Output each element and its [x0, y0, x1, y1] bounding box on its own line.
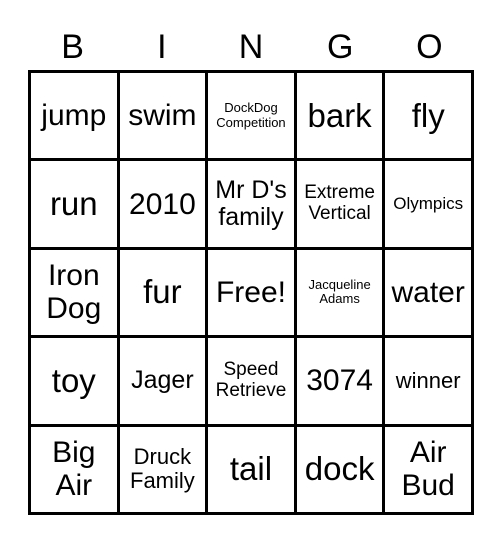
bingo-cell[interactable]: fur: [119, 249, 206, 336]
bingo-cell-label: Druck Family: [130, 444, 195, 494]
bingo-cell[interactable]: tail: [208, 426, 294, 512]
bingo-cell[interactable]: Jager: [119, 338, 206, 424]
bingo-cell-label: dock: [304, 450, 375, 488]
bingo-cell[interactable]: Extreme Vertical: [296, 161, 383, 247]
bingo-cell[interactable]: Olympics: [385, 161, 471, 247]
bingo-cell[interactable]: 2010: [119, 161, 206, 247]
bingo-cell-label: water: [391, 275, 465, 309]
bingo-cell[interactable]: Speed Retrieve: [208, 338, 294, 424]
bingo-cell-label: Olympics: [393, 193, 464, 213]
bingo-cell[interactable]: swim: [119, 73, 206, 159]
bingo-cell[interactable]: Druck Family: [119, 426, 206, 512]
bingo-cell[interactable]: winner: [385, 338, 471, 424]
header-letter-i: I: [157, 28, 167, 66]
bingo-cell-label: fur: [143, 273, 182, 311]
bingo-cell-label: Extreme Vertical: [304, 182, 375, 225]
bingo-cell-label: Mr D's family: [215, 175, 287, 232]
bingo-cell-label: Air Bud: [401, 436, 455, 503]
bingo-cell[interactable]: toy: [31, 338, 117, 424]
bingo-cell[interactable]: Jacqueline Adams: [296, 249, 383, 336]
bingo-cell-label: jump: [41, 99, 107, 133]
bingo-cell-label: DockDog Competition: [216, 100, 286, 130]
bingo-cell-label: tail: [229, 450, 273, 488]
bingo-cell[interactable]: jump: [31, 73, 117, 159]
bingo-card-grid: jump swim DockDog Competition bark fly run 201…: [28, 70, 474, 515]
bingo-cell[interactable]: 3074: [296, 338, 383, 424]
header-letter-o: O: [416, 28, 443, 66]
bingo-cell[interactable]: Air Bud: [385, 426, 471, 512]
bingo-cell-label: Iron Dog: [46, 259, 102, 326]
header-letter-g: G: [326, 28, 354, 66]
bingo-cell-label: winner: [395, 367, 461, 393]
bingo-cell-label: run: [49, 184, 98, 222]
bingo-cell-label: 2010: [129, 187, 196, 221]
bingo-header: B I N G O: [28, 24, 474, 70]
bingo-cell-label: Free!: [215, 275, 286, 309]
bingo-cell[interactable]: Iron Dog: [31, 249, 117, 336]
bingo-cell[interactable]: Mr D's family: [208, 161, 294, 247]
bingo-cell[interactable]: dock: [296, 426, 383, 512]
bingo-cell-label: Jacqueline Adams: [308, 277, 371, 307]
bingo-cell[interactable]: Big Air: [31, 426, 117, 512]
bingo-cell[interactable]: bark: [296, 73, 383, 159]
bingo-cell-label: 3074: [306, 364, 373, 398]
bingo-cell[interactable]: run: [31, 161, 117, 247]
bingo-cell-label: Jager: [131, 366, 194, 395]
bingo-cell-label: toy: [51, 361, 96, 399]
bingo-cell-label: Speed Retrieve: [215, 359, 287, 401]
header-letter-n: N: [238, 28, 264, 66]
bingo-cell[interactable]: Free!: [208, 249, 294, 336]
bingo-cell[interactable]: water: [385, 249, 471, 336]
bingo-cell-label: Big Air: [52, 436, 96, 503]
bingo-cell-label: swim: [128, 99, 197, 133]
bingo-cell-label: bark: [307, 96, 372, 134]
bingo-cell[interactable]: fly: [385, 73, 471, 159]
bingo-cell[interactable]: DockDog Competition: [208, 73, 294, 159]
bingo-cell-label: fly: [411, 96, 445, 134]
header-letter-b: B: [61, 28, 84, 66]
